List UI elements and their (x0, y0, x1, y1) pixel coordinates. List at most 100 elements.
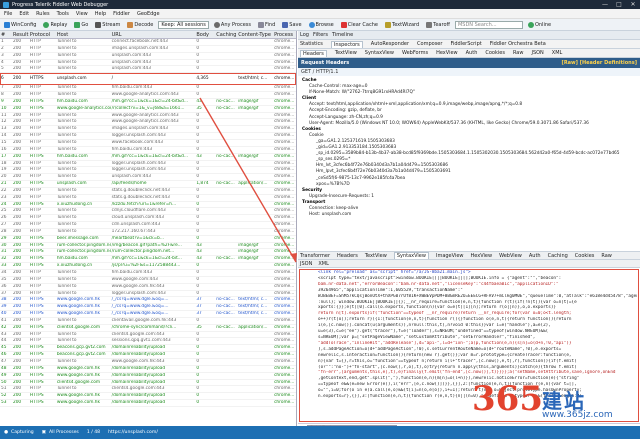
session-row[interactable]: 11 200 HTTP Tunnel to www.google-analytics.c… (0, 113, 296, 120)
session-row[interactable]: 13 200 HTTP Tunnel to images.unsplash.com:44… (0, 126, 296, 134)
go-button[interactable]: Go (72, 20, 90, 30)
req-tab-syntaxview[interactable]: SyntaxView (365, 50, 394, 56)
resp-tab-xml[interactable]: XML (318, 261, 329, 267)
session-row[interactable]: 37 200 HTTP Tunnel to logger.unsplash.com:44… (0, 291, 296, 298)
session-row[interactable]: 35 200 HTTP Tunnel to www.google.com:443 0 chr… (0, 277, 296, 284)
minimize-button[interactable]: — (598, 0, 612, 9)
textwizard-button[interactable]: TextWizard (383, 20, 421, 30)
session-row[interactable]: 26 200 HTTP Tunnel to cloud.unsplash.com:443… (0, 215, 296, 223)
winconfig-button[interactable]: WinConfig (2, 20, 38, 30)
req-tab-hexview[interactable]: HexView (436, 50, 458, 56)
session-row[interactable]: 41 200 HTTP Tunnel to clientavail.google.com… (0, 318, 296, 325)
tab-inspectors[interactable]: Inspectors (330, 40, 363, 48)
session-row[interactable]: 15 200 HTTP Tunnel to www.facebook.com:443 0 c… (0, 140, 296, 147)
session-row[interactable]: 38 200 HTTPS www.google.com.hk /_/cs?q=www.d… (0, 297, 296, 305)
stream-button[interactable]: Stream (93, 20, 122, 30)
session-row[interactable]: 39 200 HTTPS www.google.com.hk /_/cs?q=www.d… (0, 304, 296, 312)
clear-cache-button[interactable]: Clear Cache (339, 20, 380, 30)
session-row[interactable]: 36 200 HTTP Tunnel to www.google.com.hk:443 0… (0, 284, 296, 291)
req-tab-xml[interactable]: XML (552, 50, 563, 56)
tab-autoresponder[interactable]: AutoResponder (371, 41, 409, 47)
session-row[interactable]: 10 200 HTTPS www.google-analytics.com/r/col… (0, 106, 296, 113)
session-row[interactable]: 18 200 HTTP Tunnel to logger.unsplash.com:44… (0, 161, 296, 168)
process-filter[interactable]: ▣ All Processes (42, 430, 79, 435)
col-content-type[interactable]: Content-Type (237, 32, 273, 38)
tab-filters[interactable]: Filters (313, 32, 328, 38)
session-row[interactable]: 24 200 HTTPS x.xiuzhudong.cn/kzzdu.fetch?ur… (0, 202, 296, 209)
save-button[interactable]: Save (280, 20, 303, 30)
session-row[interactable]: 25 200 HTTP Tunnel to cdnjs.cloudflare.com:4… (0, 208, 296, 216)
session-row[interactable]: 48 200 HTTPS www.google.com.hk/domainreliab… (0, 366, 296, 373)
decode-button[interactable]: Decode (125, 20, 155, 30)
menu-view[interactable]: View (76, 11, 88, 17)
session-row[interactable]: 8 200 HTTP Tunnel to www.google-analytics.co… (0, 92, 296, 99)
resp-tab-webview[interactable]: WebView (499, 253, 522, 259)
req-tab-cookies[interactable]: Cookies (485, 50, 505, 56)
session-row[interactable]: 32 200 HTTPS hm.baidu.com/hm.gif?cc=1&ck=1&… (0, 256, 296, 264)
session-row[interactable]: 42 200 HTTPS clients4.google.com/chrome-syn… (0, 325, 296, 332)
tearoff-button[interactable]: Tearoff (424, 20, 452, 30)
session-row[interactable]: 46 200 HTTPS beacons.gcp.gvt2.com/domainrel… (0, 352, 296, 359)
session-row[interactable]: 20 200 HTTP Tunnel to unsplash.com:443 0 chrom… (0, 174, 296, 182)
session-row[interactable]: 7 200 HTTP Tunnel to hm.baidu.com:443 0 chrome… (0, 85, 296, 93)
session-row[interactable]: 5 200 HTTP Tunnel to unsplash.com:443 0 chrome… (0, 66, 296, 74)
resp-tab-raw[interactable]: Raw (601, 253, 612, 259)
req-tab-auth[interactable]: Auth (466, 50, 478, 56)
session-row[interactable]: 17 200 HTTPS hm.baidu.com/hm.gif?cc=1&ck=1&… (0, 154, 296, 161)
session-row[interactable]: 6 200 HTTPS unsplash.com / 4,365 text/html; c.… (0, 73, 296, 86)
menu-geoedge[interactable]: GeoEdge (137, 11, 160, 17)
session-row[interactable]: 4 200 HTTP Tunnel to unsplash.com:443 0 chrome… (0, 60, 296, 67)
menu-tools[interactable]: Tools (57, 11, 69, 17)
replay-button[interactable]: Replay (41, 20, 69, 30)
menu-edit[interactable]: Edit (19, 11, 29, 17)
session-row[interactable]: 3 200 HTTP Tunnel to unsplash.com:443 0 chrome… (0, 53, 296, 60)
session-row[interactable]: 44 200 HTTP Tunnel to sessions.qpq.gvt1.com:… (0, 338, 296, 346)
session-row[interactable]: 29 200 HTTPS beer.imessage.com/heartbeat?v=… (0, 236, 296, 243)
session-row[interactable]: 16 200 HTTP Tunnel to hm.baidu.com:443 0 chrom… (0, 147, 296, 154)
col-result[interactable]: Result (12, 32, 29, 38)
req-tab-webforms[interactable]: WebForms (402, 50, 428, 56)
session-row[interactable]: 23 200 HTTP Tunnel to stats.g.doubleclick.ne… (0, 195, 296, 202)
browse-button[interactable]: Browse (307, 20, 336, 30)
tab-orchestra[interactable]: Fiddler Orchestra Beta (490, 41, 546, 47)
req-tab-json[interactable]: JSON (531, 50, 543, 56)
resp-tab-hexview[interactable]: HexView (471, 253, 493, 259)
resp-tab-transformer[interactable]: Transformer (300, 253, 330, 259)
maximize-button[interactable]: □ (612, 0, 626, 9)
session-row[interactable]: 51 200 HTTP Tunnel to clients4.google.com:44… (0, 386, 296, 394)
session-row[interactable]: 30 200 HTTPS rum-collector.pingdom.net/img/… (0, 243, 296, 250)
req-tab-textview[interactable]: TextView (335, 50, 357, 56)
session-row[interactable]: 49 200 HTTPS www.google.com.hk/domainreliab… (0, 373, 296, 380)
req-tab-raw[interactable]: Raw (513, 50, 524, 56)
session-row[interactable]: 14 200 HTTP Tunnel to logger.unsplash.com:44… (0, 133, 296, 140)
any-process-button[interactable]: Any Process (212, 20, 253, 30)
session-row[interactable]: 9 200 HTTPS hm.baidu.com/hm.gif?cc=1&ck=1&c… (0, 99, 296, 106)
menu-help[interactable]: Help (95, 11, 106, 17)
resp-tab-caching[interactable]: Caching (548, 253, 568, 259)
col-caching[interactable]: Caching (215, 32, 237, 38)
col-process[interactable]: Process (273, 32, 296, 38)
session-row[interactable]: 34 200 HTTP Tunnel to hm.baidu.com:443 0 chrom… (0, 270, 296, 277)
menu-file[interactable]: File (4, 11, 12, 17)
session-row[interactable]: 1 200 HTTP Tunnel to connect.facebook.net:44… (0, 39, 296, 46)
session-row[interactable]: 19 200 HTTP Tunnel to logger.unsplash.com:44… (0, 167, 296, 175)
msdn-search-input[interactable]: MSDN Search... (454, 20, 523, 29)
session-row[interactable]: 28 200 HTTP Tunnel to 172.217.160.67:443 0 chr… (0, 229, 296, 236)
resp-tab-json[interactable]: JSON (300, 261, 312, 267)
resp-tab-cookies[interactable]: Cookies (575, 253, 595, 259)
col-host[interactable]: Host (56, 32, 111, 38)
resp-tab-textview[interactable]: TextView (365, 253, 387, 259)
session-row[interactable]: 52 200 HTTPS www.google.com.hk/domainreliab… (0, 393, 296, 401)
tab-fiddlerscript[interactable]: FiddlerScript (450, 41, 481, 47)
session-row[interactable]: 53 200 HTTPS www.google.com.hk/domainreliab… (0, 400, 296, 407)
session-row[interactable]: 33 200 HTTPS x.xiuzhudong.cn/js/pl?u=%2F&s=… (0, 263, 296, 270)
tab-timeline[interactable]: Timeline (332, 32, 353, 38)
resp-tab-imageview[interactable]: ImageView (436, 253, 464, 259)
session-row[interactable]: 45 200 HTTPS beacons.gcp.gvt2.com/domainrel… (0, 345, 296, 353)
col-protocol[interactable]: Protocol (29, 32, 56, 38)
session-row[interactable]: 40 200 HTTPS www.google.com.hk /_/cs?q=www.d… (0, 311, 296, 318)
keep-sessions-select[interactable]: Keep: All sessions (158, 20, 209, 29)
col-number[interactable]: # (0, 32, 12, 38)
tab-composer[interactable]: Composer (417, 41, 442, 47)
session-row[interactable]: 50 200 HTTPS clients4.google.com/domainreli… (0, 380, 296, 387)
